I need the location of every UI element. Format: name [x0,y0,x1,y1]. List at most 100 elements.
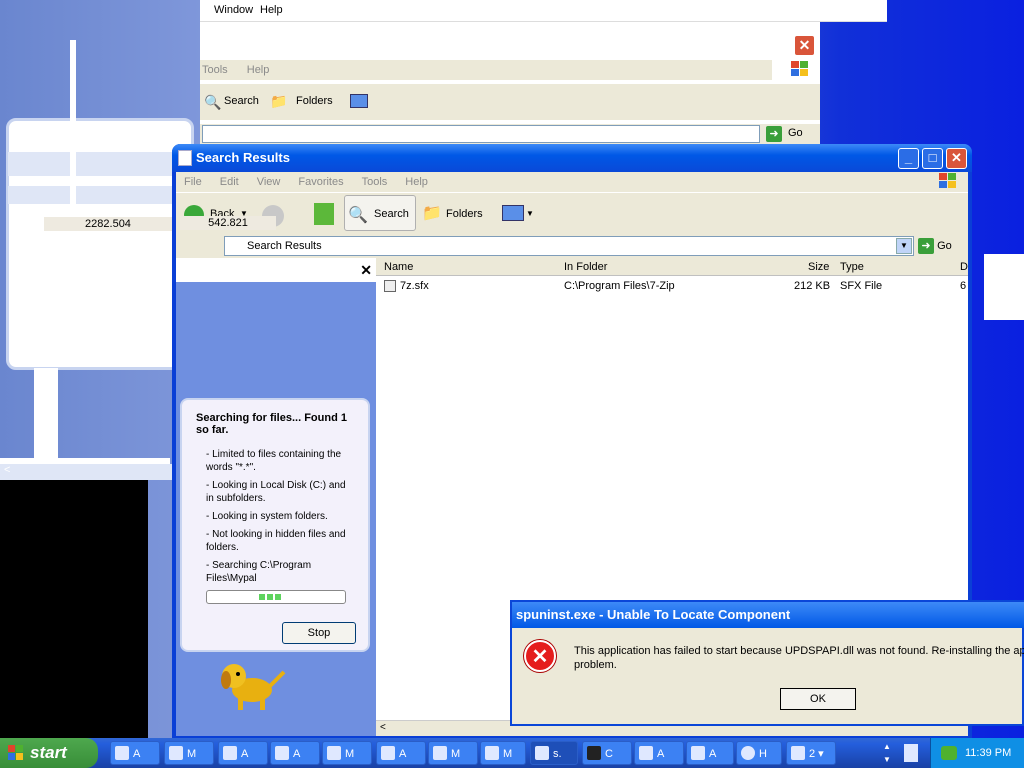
bg-go-arrow-icon[interactable]: ➜ [766,126,782,142]
address-dropdown-icon[interactable]: ▼ [896,238,912,254]
task-label: A [241,748,249,760]
col-size[interactable]: Size [808,261,829,273]
bg-close-icon[interactable]: ✕ [794,35,815,56]
keyboard-icon[interactable] [904,744,918,762]
taskbar-scroll-arrows-icon[interactable]: ▲ ▼ [880,740,894,766]
task-button[interactable]: A [270,741,320,765]
menu-favorites[interactable]: Favorites [298,176,343,188]
bg-toolbar: 🔍 Search 📁 Folders [200,84,820,120]
dialog-message-line1: This application has failed to start bec… [574,645,1024,657]
system-tray: 11:39 PM [930,738,1024,768]
pane-header: ✕ [176,258,376,282]
address-field[interactable]: Search Results ▼ [224,236,914,256]
task-button[interactable]: A [110,741,160,765]
windows-logo-icon [938,172,960,192]
task-icon [485,746,499,760]
bg-folders-button[interactable]: Folders [296,95,333,107]
task-button[interactable]: s. [530,741,578,765]
search-button[interactable]: Search [374,199,409,229]
bg-address-field[interactable] [202,125,760,143]
task-button[interactable]: H [736,741,782,765]
toolbar: Back ▼ 🔍 Search 📁 Folders ▼ [176,192,968,234]
status-item: - Limited to files containing the words … [206,449,342,473]
menu-view[interactable]: View [257,176,281,188]
network-icon[interactable] [941,746,957,760]
col-name[interactable]: Name [384,261,413,273]
menu-tools[interactable]: Tools [362,176,388,188]
menu-file[interactable]: File [184,176,202,188]
ok-button[interactable]: OK [780,688,856,710]
views-icon[interactable] [502,205,524,221]
bg-menu-tools[interactable]: Tools [202,64,228,76]
task-button[interactable]: M [322,741,372,765]
ghost-stem [34,368,58,458]
up-folder-icon[interactable] [314,203,334,225]
task-icon [327,746,341,760]
task-button[interactable]: A [218,741,268,765]
bg-go-button[interactable]: Go [788,127,803,139]
scroll-left-icon[interactable]: < [4,464,10,476]
start-button[interactable]: start [0,738,98,768]
file-icon [384,280,396,292]
task-button[interactable]: M [164,741,214,765]
bg-search-button[interactable]: Search [224,95,259,107]
task-label: A [133,748,141,760]
black-artifact-area [0,470,148,738]
go-label: Go [937,240,952,252]
address-bar: Search Results ▼ ➜ Go [176,234,968,258]
task-button[interactable]: M [428,741,478,765]
error-icon: ✕ [524,640,556,672]
dialog-message: This application has failed to start bec… [574,644,1024,672]
right-fragment [984,254,1024,320]
col-type[interactable]: Type [840,261,864,273]
task-icon [115,746,129,760]
search-companion-pane: ✕ Searching for files... Found 1 so far.… [176,258,376,736]
bg-search-icon: 🔍 [204,94,222,110]
bg-menu-help[interactable]: Help [260,4,283,16]
pane-close-icon[interactable]: ✕ [360,262,372,279]
task-icon [639,746,653,760]
background-window: Window Help Tools Help 🔍 Search 📁 Folder… [200,0,887,150]
task-button[interactable]: M [480,741,526,765]
clock[interactable]: 11:39 PM [965,747,1011,759]
title-bar[interactable]: Search Results _ □ ✕ [172,144,972,172]
scroll-left-icon[interactable]: < [380,722,386,733]
task-label: C [605,748,613,760]
progress-chunk [267,594,273,600]
dialog-title[interactable]: spuninst.exe - Unable To Locate Componen… [512,602,1024,628]
task-label: A [293,748,301,760]
folders-button[interactable]: Folders [446,199,483,229]
ghost-scroll: < [0,464,200,480]
dialog-message-line2: problem. [574,659,617,671]
menu-help[interactable]: Help [405,176,428,188]
minimize-icon[interactable]: _ [898,148,919,169]
maximize-icon[interactable]: □ [922,148,943,169]
stop-button[interactable]: Stop [282,622,356,644]
col-in-folder[interactable]: In Folder [564,261,607,273]
task-button[interactable]: A [686,741,734,765]
search-status-bubble: Searching for files... Found 1 so far. -… [180,398,370,652]
task-button[interactable]: A [634,741,684,765]
column-header: Name In Folder Size Type D [376,258,968,276]
start-label: start [30,743,67,762]
bg-menu-window[interactable]: Window [214,4,253,16]
folders-icon: 📁 [422,205,442,222]
address-value: Search Results [247,240,322,252]
task-icon [275,746,289,760]
task-button[interactable]: A [376,741,426,765]
cell-name: 7z.sfx [400,280,429,292]
search-dog-icon[interactable] [214,650,286,714]
task-button[interactable]: C [582,741,632,765]
bg-menu-help2[interactable]: Help [247,64,270,76]
help-icon [741,746,755,760]
task-label: s. [553,748,562,760]
error-dialog: spuninst.exe - Unable To Locate Componen… [510,600,1024,726]
ghost-value-2: 542.821 [180,216,276,230]
close-icon[interactable]: ✕ [946,148,967,169]
col-date[interactable]: D [960,261,968,273]
menu-edit[interactable]: Edit [220,176,239,188]
task-group-button[interactable]: 2 ▾ [786,741,836,765]
views-dropdown-icon[interactable]: ▼ [526,199,534,229]
go-button[interactable]: ➜ Go [918,236,958,256]
bg-views-icon[interactable] [350,94,368,108]
